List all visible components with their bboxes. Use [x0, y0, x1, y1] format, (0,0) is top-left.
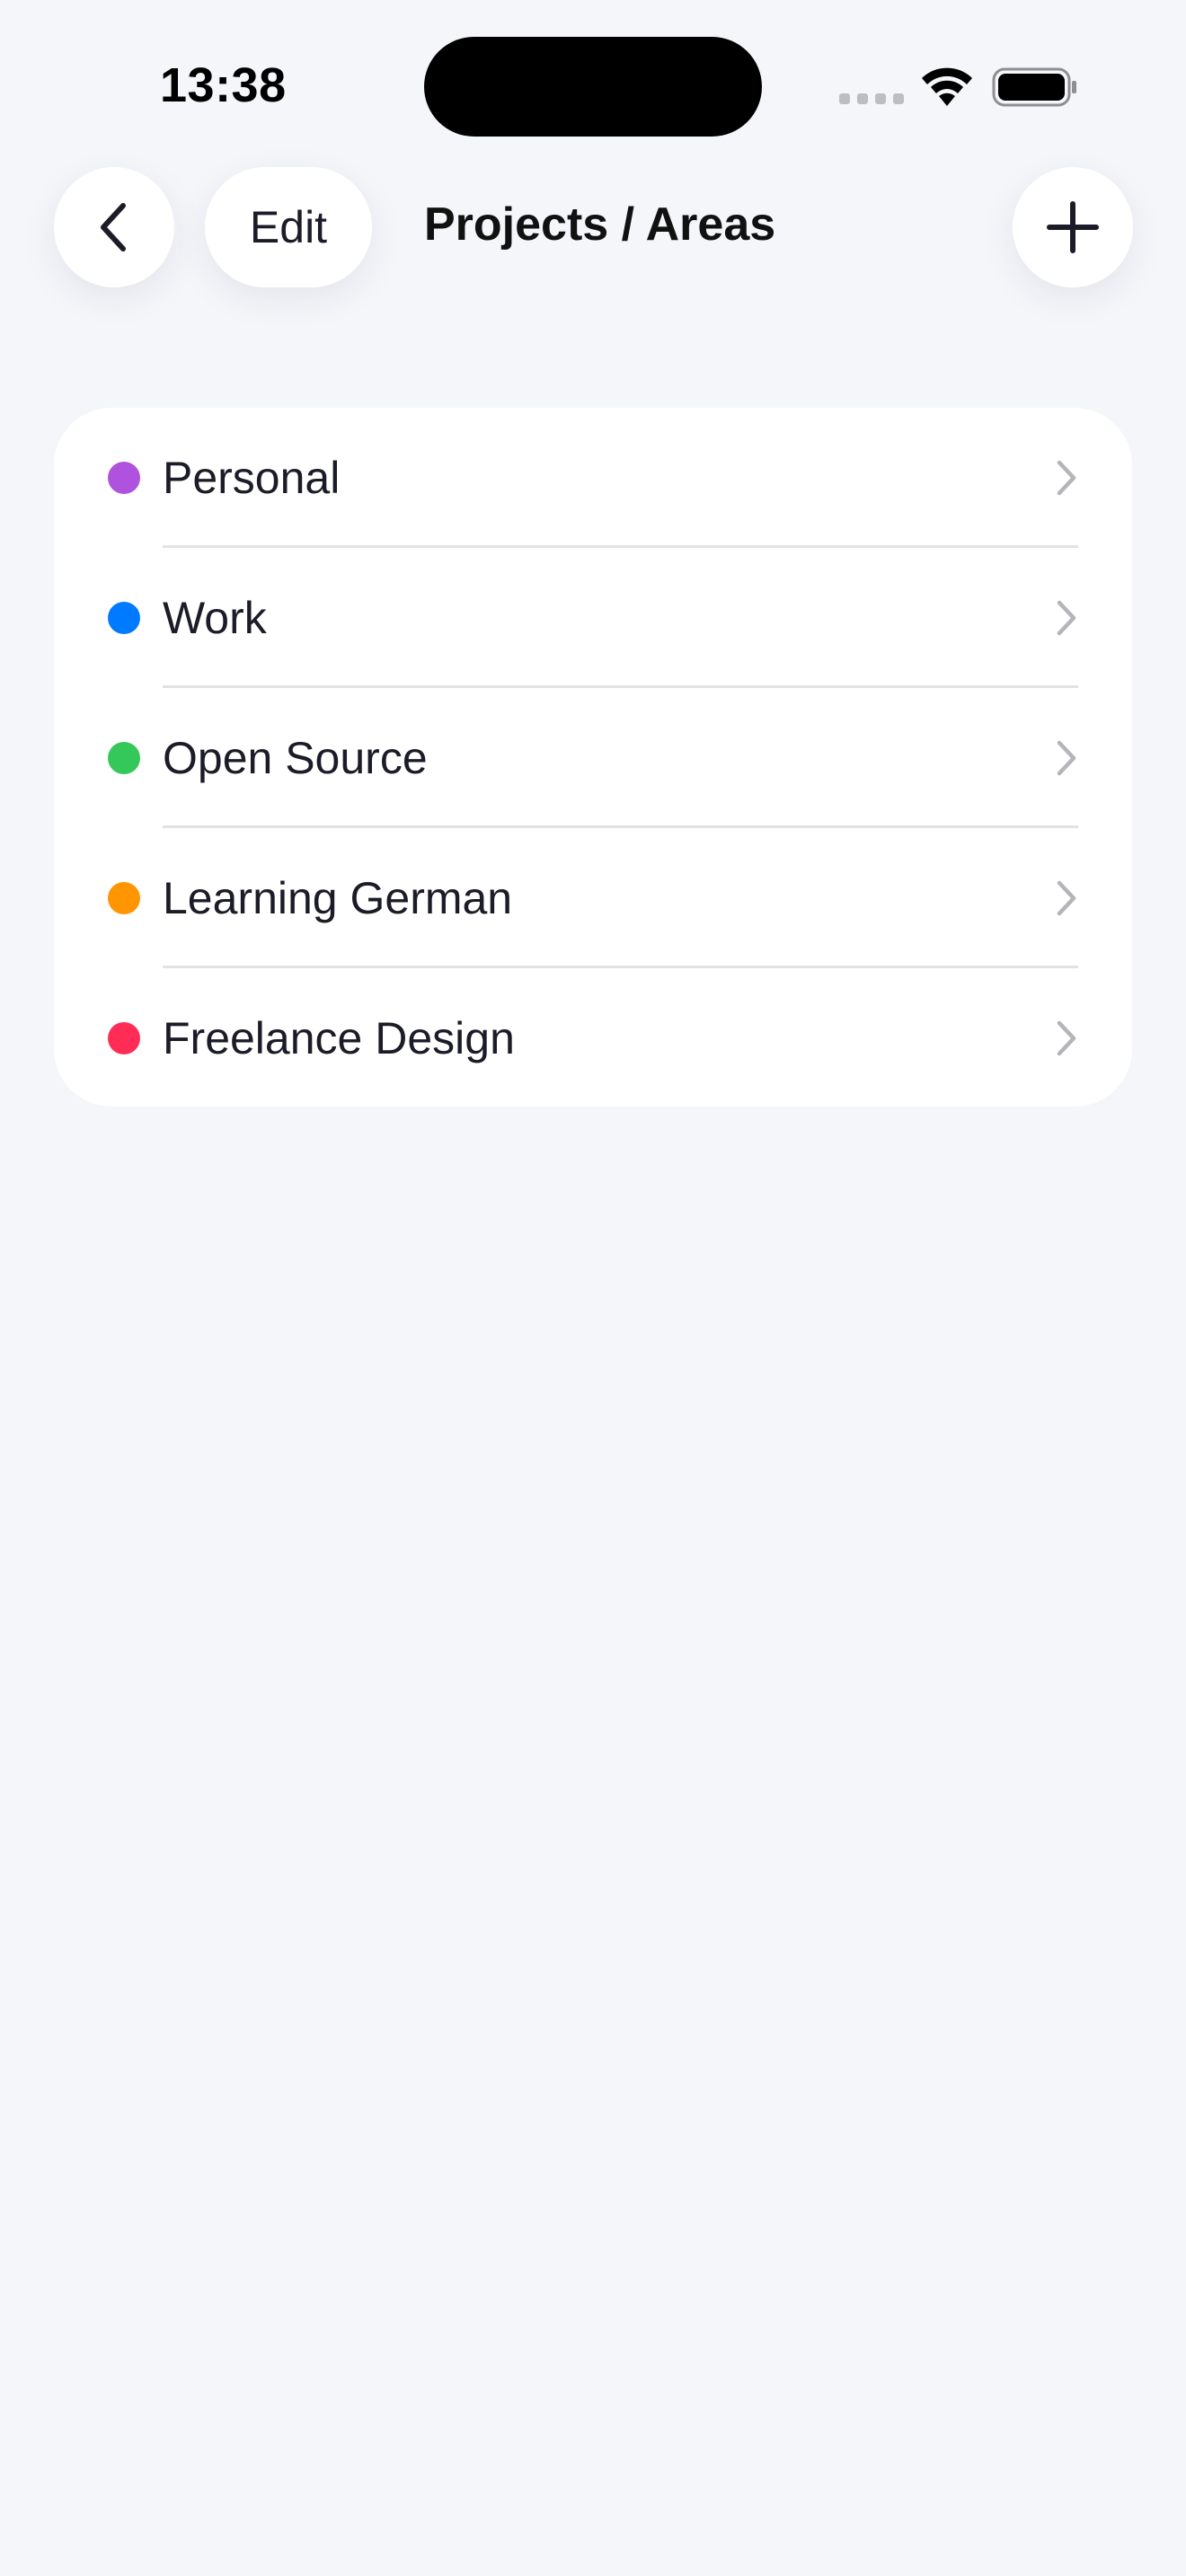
project-label: Work: [163, 593, 267, 643]
project-color-dot: [108, 602, 140, 634]
chevron-left-icon: [101, 203, 126, 251]
project-color-dot: [108, 882, 140, 914]
chevron-right-icon: [1057, 460, 1076, 496]
project-color-dot: [108, 462, 140, 494]
project-label: Open Source: [163, 733, 428, 783]
plus-icon: [1047, 201, 1099, 253]
project-label: Personal: [163, 453, 341, 503]
project-row[interactable]: Freelance Design: [54, 968, 1132, 1107]
chevron-right-icon: [1057, 1020, 1076, 1056]
project-row[interactable]: Open Source: [54, 688, 1132, 828]
add-button[interactable]: [1013, 167, 1133, 287]
wifi-icon: [922, 67, 972, 106]
back-button[interactable]: [54, 167, 174, 287]
battery-icon: [992, 67, 1076, 107]
project-row[interactable]: Personal: [54, 408, 1132, 548]
chevron-right-icon: [1057, 880, 1076, 916]
chevron-right-icon: [1057, 600, 1076, 636]
project-row[interactable]: Learning German: [54, 828, 1132, 968]
project-color-dot: [108, 742, 140, 774]
status-time: 13:38: [160, 58, 287, 112]
dynamic-island: [424, 37, 762, 137]
page-title: Projects / Areas: [424, 198, 776, 251]
project-color-dot: [108, 1022, 140, 1054]
projects-list: Personal Work Open Source Learning German Fr…: [54, 408, 1132, 1107]
project-label: Learning German: [163, 873, 513, 923]
project-row[interactable]: Work: [54, 548, 1132, 688]
chevron-right-icon: [1057, 740, 1076, 776]
screen: 13:38 Edit Projects / Areas Personal Work…: [0, 0, 1186, 2576]
project-label: Freelance Design: [163, 1013, 515, 1063]
edit-button[interactable]: Edit: [205, 167, 372, 287]
cellular-signal-icon: [839, 93, 904, 104]
